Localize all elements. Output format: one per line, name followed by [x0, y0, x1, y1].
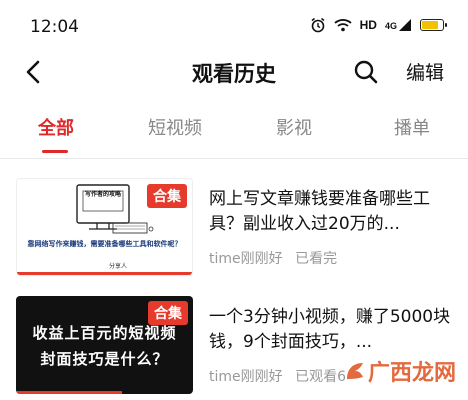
search-icon [354, 60, 378, 84]
thumbnail-heading: 写作者的攻略 [84, 191, 121, 198]
history-item[interactable]: 写作者的攻略 靠网络写作来赚钱，需要准备哪些工具和软件呢？ 分享人 合集 网上写… [0, 178, 468, 276]
collection-badge: 合集 [147, 184, 187, 208]
active-tab-indicator [42, 150, 68, 153]
author-name[interactable]: time刚刚好 [209, 369, 283, 385]
watch-progress-bar [16, 391, 123, 394]
tab-all[interactable]: 全部 [38, 114, 74, 140]
edit-button[interactable]: 编辑 [406, 58, 444, 85]
video-meta: time刚刚好 已看完 [209, 248, 345, 268]
network-type: 4G [384, 21, 397, 31]
page-title: 观看历史 [192, 62, 276, 86]
back-button[interactable] [20, 58, 48, 86]
tab-bar: 全部 短视频 影视 播单 [0, 110, 468, 158]
battery-fill [422, 21, 438, 29]
thumbnail-footer: 分享人 [109, 263, 128, 270]
watch-status: 已看完 [295, 251, 338, 267]
header: 观看历史 编辑 [0, 52, 468, 94]
watermark-logo-icon [346, 363, 363, 379]
video-thumbnail[interactable]: 写作者的攻略 靠网络写作来赚钱，需要准备哪些工具和软件呢？ 分享人 合集 [16, 178, 193, 276]
hd-indicator: HD [359, 18, 377, 32]
watch-status: 已观看6 [295, 369, 347, 385]
thumbnail-caption: 靠网络写作来赚钱，需要准备哪些工具和软件呢？ [27, 240, 182, 248]
video-thumbnail[interactable]: 收益上百元的短视频 封面技巧是什么？ 合集 [16, 296, 193, 394]
alarm-icon [310, 17, 326, 33]
video-meta: time刚刚好 已观看6 [209, 366, 354, 386]
collection-badge: 合集 [148, 301, 188, 325]
thumbnail-line-1: 收益上百元的短视频 [32, 324, 177, 342]
tab-film[interactable]: 影视 [276, 114, 312, 140]
watch-progress-bar [17, 272, 192, 275]
divider [0, 158, 468, 159]
tab-short-video[interactable]: 短视频 [148, 114, 202, 140]
status-icons: HD 4G [310, 17, 447, 33]
video-title[interactable]: 一个3分钟小视频，赚了5000块钱，9个封面技巧，... [209, 305, 454, 355]
thumbnail-line-2: 封面技巧是什么？ [40, 350, 169, 368]
back-arrow-icon [26, 60, 40, 84]
wifi-icon [334, 18, 352, 32]
video-title[interactable]: 网上写文章赚钱要准备哪些工具？副业收入过20万的... [209, 187, 454, 237]
signal-icon: 4G [385, 19, 412, 31]
watermark: 广西龙网 [344, 355, 456, 387]
watermark-text: 广西龙网 [367, 361, 456, 386]
author-name[interactable]: time刚刚好 [209, 251, 283, 267]
battery-icon [420, 19, 447, 31]
search-button[interactable] [352, 58, 380, 86]
status-time: 12:04 [30, 17, 79, 37]
status-bar: 12:04 HD 4G [0, 0, 468, 52]
tab-playlist[interactable]: 播单 [394, 114, 430, 140]
